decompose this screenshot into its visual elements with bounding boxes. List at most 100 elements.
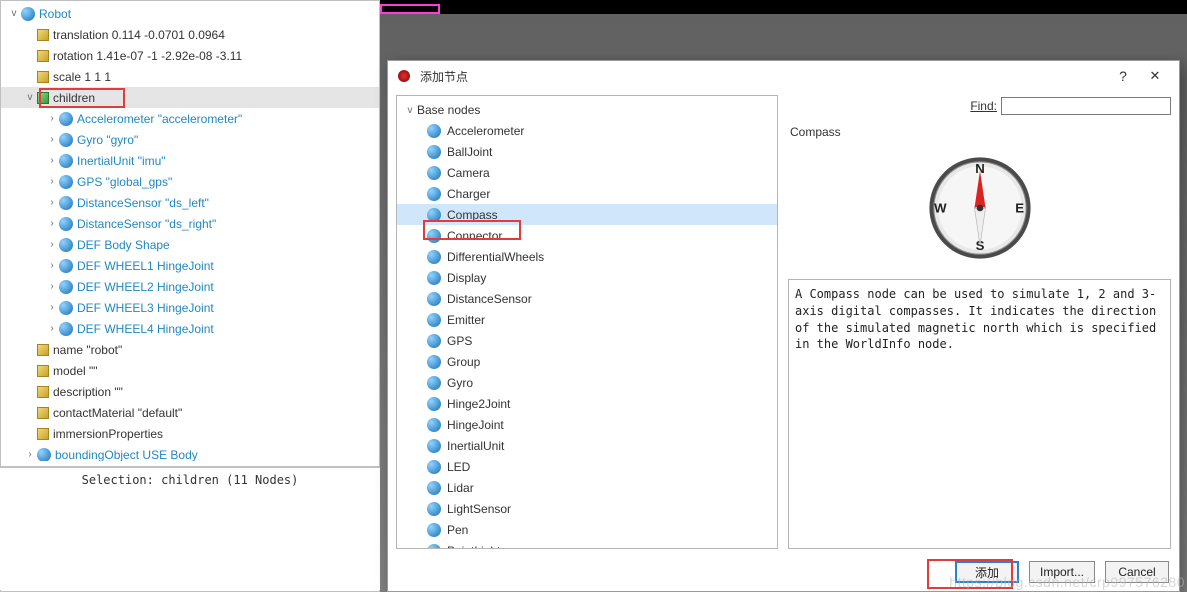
node-list-item[interactable]: Group <box>397 351 777 372</box>
node-list-item[interactable]: Connector <box>397 225 777 246</box>
cancel-button[interactable]: Cancel <box>1105 561 1169 583</box>
node-list-label: Display <box>447 271 486 285</box>
tree-label: DEF WHEEL2 HingeJoint <box>77 280 214 294</box>
node-list-item[interactable]: DifferentialWheels <box>397 246 777 267</box>
scene-tree[interactable]: v Robot translation 0.114 -0.0701 0.0964… <box>1 1 379 461</box>
node-icon <box>427 418 441 432</box>
tree-label: contactMaterial "default" <box>53 406 182 420</box>
tree-row[interactable]: translation 0.114 -0.0701 0.0964 <box>1 24 379 45</box>
node-list-item[interactable]: BallJoint <box>397 141 777 162</box>
tree-row[interactable]: ›DEF Body Shape <box>1 234 379 255</box>
tree-row[interactable]: immersionProperties <box>1 423 379 444</box>
tree-row-root[interactable]: v Robot <box>1 3 379 24</box>
chevron-right-icon[interactable]: › <box>45 302 59 313</box>
node-icon <box>59 259 73 273</box>
chevron-right-icon[interactable]: › <box>45 197 59 208</box>
node-list-item[interactable]: InertialUnit <box>397 435 777 456</box>
chevron-right-icon[interactable]: › <box>45 218 59 229</box>
node-list-label: Pen <box>447 523 468 537</box>
node-list-item[interactable]: GPS <box>397 330 777 351</box>
tree-row[interactable]: ›boundingObject USE Body <box>1 444 379 461</box>
tree-row[interactable]: › DEF WHEEL2 HingeJoint <box>1 276 379 297</box>
chevron-right-icon[interactable]: › <box>45 176 59 187</box>
tree-row[interactable]: ›DEF WHEEL3 HingeJoint <box>1 297 379 318</box>
tree-row[interactable]: name "robot" <box>1 339 379 360</box>
tree-row[interactable]: description "" <box>1 381 379 402</box>
node-list-item[interactable]: Camera <box>397 162 777 183</box>
chevron-right-icon[interactable]: › <box>45 113 59 124</box>
node-list-item[interactable]: LightSensor <box>397 498 777 519</box>
chevron-right-icon[interactable]: › <box>45 323 59 334</box>
node-icon <box>427 313 441 327</box>
add-button[interactable]: 添加 <box>955 561 1019 583</box>
tree-row[interactable]: › InertialUnit "imu" <box>1 150 379 171</box>
chevron-right-icon[interactable]: › <box>45 155 59 166</box>
help-button[interactable] <box>1107 64 1139 88</box>
tree-label: DEF WHEEL1 HingeJoint <box>77 259 214 273</box>
tree-label: children <box>53 91 95 105</box>
node-icon <box>427 145 441 159</box>
node-icon <box>427 502 441 516</box>
dialog-titlebar[interactable]: 添加节点 <box>388 61 1179 91</box>
find-input[interactable] <box>1001 97 1171 115</box>
chevron-right-icon[interactable]: › <box>45 239 59 250</box>
chevron-down-icon[interactable]: v <box>23 92 37 103</box>
tree-label: DEF WHEEL4 HingeJoint <box>77 322 214 336</box>
node-group[interactable]: v Base nodes <box>397 100 777 120</box>
node-icon <box>427 166 441 180</box>
node-list-label: Connector <box>447 229 502 243</box>
tree-row[interactable]: rotation 1.41e-07 -1 -2.92e-08 -3.11 <box>1 45 379 66</box>
node-icon <box>59 238 73 252</box>
import-button[interactable]: Import... <box>1029 561 1095 583</box>
node-list-item[interactable]: Pen <box>397 519 777 540</box>
tree-label: immersionProperties <box>53 427 163 441</box>
node-list-item[interactable]: Display <box>397 267 777 288</box>
tree-row[interactable]: › DEF WHEEL4 HingeJoint <box>1 318 379 339</box>
node-list-label: Gyro <box>447 376 473 390</box>
tree-row[interactable]: v children <box>1 87 379 108</box>
node-icon <box>427 376 441 390</box>
chevron-right-icon[interactable]: › <box>45 134 59 145</box>
node-list-item[interactable]: Emitter <box>397 309 777 330</box>
tree-row[interactable]: › DEF WHEEL1 HingeJoint <box>1 255 379 276</box>
node-list-label: PointLight <box>447 544 500 550</box>
preview-title: Compass <box>788 125 1171 139</box>
tree-row[interactable]: ›DistanceSensor "ds_right" <box>1 213 379 234</box>
tree-label: InertialUnit "imu" <box>77 154 166 168</box>
tree-row[interactable]: ›DistanceSensor "ds_left" <box>1 192 379 213</box>
node-icon <box>427 292 441 306</box>
node-list-item[interactable]: Hinge2Joint <box>397 393 777 414</box>
node-list-item[interactable]: Accelerometer <box>397 120 777 141</box>
tree-row[interactable]: ›GPS "global_gps" <box>1 171 379 192</box>
node-list-item[interactable]: LED <box>397 456 777 477</box>
tree-row[interactable]: ›Gyro "gyro" <box>1 129 379 150</box>
node-list-item[interactable]: Lidar <box>397 477 777 498</box>
tree-row[interactable]: contactMaterial "default" <box>1 402 379 423</box>
chevron-right-icon[interactable]: › <box>45 281 59 292</box>
node-list-item[interactable]: PointLight <box>397 540 777 549</box>
node-list-label: Emitter <box>447 313 485 327</box>
node-icon <box>427 250 441 264</box>
dialog-buttons: 添加 Import... Cancel <box>955 561 1169 583</box>
node-type-list[interactable]: v Base nodes Accelerometer BallJointCamer… <box>396 95 778 549</box>
chevron-right-icon[interactable]: › <box>23 449 37 460</box>
tree-row[interactable]: scale 1 1 1 <box>1 66 379 87</box>
add-node-dialog: 添加节点 v Base nodes Accelerometer BallJoint… <box>387 60 1180 592</box>
chevron-right-icon[interactable]: › <box>45 260 59 271</box>
node-list-item[interactable]: Compass <box>397 204 777 225</box>
tree-row[interactable]: model "" <box>1 360 379 381</box>
node-list-item[interactable]: DistanceSensor <box>397 288 777 309</box>
node-list-item[interactable]: HingeJoint <box>397 414 777 435</box>
node-list-item[interactable]: Charger <box>397 183 777 204</box>
node-icon <box>59 217 73 231</box>
chevron-down-icon[interactable]: v <box>403 105 417 116</box>
chevron-down-icon[interactable]: v <box>7 8 21 19</box>
node-icon <box>427 523 441 537</box>
node-list-label: Accelerometer <box>447 124 524 138</box>
node-icon <box>427 544 441 550</box>
node-list-label: InertialUnit <box>447 439 504 453</box>
node-list-item[interactable]: Gyro <box>397 372 777 393</box>
close-button[interactable] <box>1139 64 1171 88</box>
node-icon <box>59 196 73 210</box>
tree-row[interactable]: ›Accelerometer "accelerometer" <box>1 108 379 129</box>
